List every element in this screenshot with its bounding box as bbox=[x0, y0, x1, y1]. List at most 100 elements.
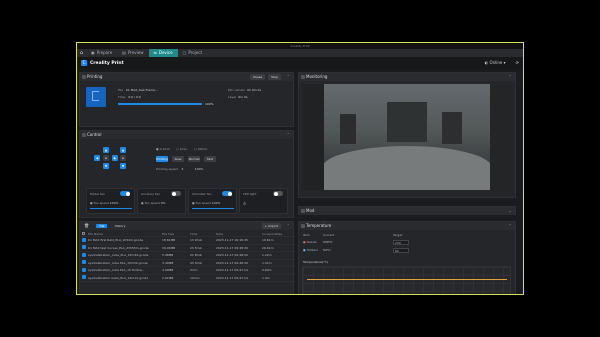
model-fan-sub: Fan speed bbox=[93, 201, 109, 205]
monitoring-collapse-icon[interactable]: ⌃ bbox=[509, 73, 512, 81]
speed-normal-button[interactable]: Normal bbox=[188, 156, 200, 162]
stop-button[interactable]: Stop bbox=[268, 74, 281, 80]
aux-fan-toggle[interactable] bbox=[171, 191, 181, 196]
tab-history[interactable]: History bbox=[112, 224, 129, 228]
monitoring-title: Monitoring bbox=[306, 74, 328, 79]
hotbed-dot-icon: ● bbox=[303, 248, 306, 252]
col-time[interactable]: Time bbox=[190, 232, 216, 236]
move-x-minus-button[interactable]: ◀ bbox=[94, 155, 100, 161]
speed-fast-button[interactable]: Fast bbox=[204, 156, 216, 162]
model-fan-card: Model fan ● Fan speed 100% bbox=[86, 188, 135, 214]
remain-label: Est. remain bbox=[228, 88, 246, 92]
model-fan-slider[interactable] bbox=[90, 208, 132, 209]
pause-button[interactable]: Pause bbox=[250, 74, 266, 80]
col-date[interactable]: Date bbox=[216, 232, 262, 236]
chamber-fan-toggle[interactable] bbox=[222, 191, 232, 196]
col-file-name[interactable]: File Name bbox=[88, 232, 162, 236]
nozzle-target-input[interactable]: 230 bbox=[393, 239, 409, 245]
monitoring-header: Monitoring ⌃ bbox=[299, 73, 515, 81]
table-row[interactable]: sys/Calibration_cube PLA_15m32.gcode 3.40… bbox=[80, 260, 295, 267]
hotbed-target-input[interactable]: 60 bbox=[393, 247, 409, 253]
move-y-minus-button[interactable]: ▼ bbox=[103, 163, 109, 169]
table-row[interactable]: sys/Calibration_cube PLA_15 Hollow... 4.9… bbox=[80, 267, 295, 275]
file-name: K1 MAX first Rald_PLA_1h52m.gcode bbox=[88, 238, 144, 243]
file-date: 2023-11-17 09:47:14 bbox=[216, 275, 248, 280]
refresh-icon[interactable]: ⟳ bbox=[516, 60, 519, 65]
nozzle-current: 230°C bbox=[323, 240, 333, 244]
speed-printing-button[interactable]: Printing bbox=[156, 156, 168, 162]
model-title: Mod bbox=[306, 208, 315, 213]
app-logo-icon: C bbox=[81, 60, 87, 66]
model-panel: Mod ⌄ bbox=[298, 206, 516, 215]
file-row: File K1 MAX_test.Frame... bbox=[118, 88, 158, 92]
device-icon: ⇆ bbox=[153, 50, 157, 55]
thermometer-icon bbox=[301, 224, 305, 228]
move-z-up-button[interactable]: ▲ bbox=[120, 147, 126, 153]
model-collapse-icon[interactable]: ⌄ bbox=[509, 207, 512, 215]
chamber-fan-speed: ● Fan speed 100% bbox=[192, 201, 221, 205]
printing-title: Printing bbox=[87, 74, 103, 79]
col-consumables[interactable]: Consumables bbox=[262, 232, 292, 236]
speed-label: Printing speed bbox=[156, 167, 178, 171]
nozzle-name: ● Nozzle bbox=[303, 240, 323, 244]
tab-device[interactable]: ⇆ Device bbox=[148, 49, 178, 57]
move-x-plus-button[interactable]: ▶ bbox=[112, 155, 118, 161]
model-fan-toggle[interactable] bbox=[120, 191, 130, 196]
file-consumables: 1.31m bbox=[262, 260, 272, 265]
table-row[interactable]: K1 MAX test Curves_PLA_23h55m.gcode 39.09… bbox=[80, 245, 295, 252]
main-tabs: ⌂ ▣ Prepare ▤ Preview ⇆ Device ▢ Project bbox=[77, 49, 523, 57]
home-xy-button[interactable]: ⌂ bbox=[103, 155, 109, 161]
tab-preview[interactable]: ▤ Preview bbox=[117, 49, 148, 57]
camera-frame-left bbox=[302, 84, 324, 190]
camera-frame-right bbox=[490, 84, 512, 190]
home-z-button[interactable]: ⌂ bbox=[120, 155, 126, 161]
chamber-fan-slider[interactable] bbox=[192, 208, 234, 209]
import-button[interactable]: + Import bbox=[261, 223, 281, 229]
led-light-label: LED light bbox=[243, 192, 257, 196]
home-icon[interactable]: ⌂ bbox=[77, 49, 86, 57]
file-value: K1 MAX_test.Frame... bbox=[125, 88, 158, 92]
collapse-icon[interactable]: ⌃ bbox=[287, 73, 290, 81]
file-time: 12min bbox=[190, 275, 200, 280]
chamber-fan-value: 100% bbox=[211, 201, 221, 205]
gcode-file-icon bbox=[82, 245, 86, 250]
printing-panel: Printing Pause Stop ⌃ File K1 MAX_test.Fr… bbox=[79, 72, 294, 127]
led-light-toggle[interactable] bbox=[273, 191, 283, 196]
status-indicator[interactable]: ◐ Online ▾ bbox=[485, 60, 506, 65]
file-size: 4.99MB bbox=[162, 268, 174, 273]
move-y-plus-button[interactable]: ▲ bbox=[103, 147, 109, 153]
camera-pillar-right bbox=[442, 112, 462, 144]
model-thumbnail bbox=[86, 87, 106, 107]
app-name: Creality Print bbox=[90, 60, 124, 66]
table-row[interactable]: sys/Calibration Cube_PLA_12m14.gcode 2.01… bbox=[80, 275, 295, 282]
temperature-panel: Temperature ⌃ Item Current Target ● Nozzl… bbox=[298, 221, 516, 294]
table-row[interactable]: K1 MAX first Rald_PLA_1h52m.gcode 18.81MB… bbox=[80, 237, 295, 245]
step-001[interactable]: ● 0.1mm bbox=[156, 147, 170, 151]
step-10[interactable]: ○ 10mm bbox=[194, 147, 207, 151]
aux-fan-value: 0% bbox=[160, 201, 166, 205]
app-header: C Creality Print ◐ Online ▾ ⟳ bbox=[77, 57, 523, 69]
file-name: sys/Calibration_cube_PLA_15m39.gcode bbox=[88, 253, 149, 258]
move-z-down-button[interactable]: ▼ bbox=[120, 163, 126, 169]
table-row[interactable]: sys/Calibration_cube_PLA_15m39.gcode 5.48… bbox=[80, 252, 295, 260]
tab-file[interactable]: File bbox=[96, 224, 108, 228]
project-icon: ▢ bbox=[182, 50, 187, 55]
temperature-header: Temperature ⌃ bbox=[299, 222, 515, 230]
step-1[interactable]: ○ 1mm bbox=[176, 147, 187, 151]
tab-prepare[interactable]: ▣ Prepare bbox=[86, 49, 117, 57]
nozzle-label: Nozzle bbox=[306, 240, 317, 244]
file-date: 2023-11-17 10:16:45 bbox=[216, 238, 248, 243]
trash-icon[interactable]: 🗑 bbox=[84, 223, 89, 228]
file-name: sys/Calibration_cube PLA_15m32.gcode bbox=[88, 260, 148, 265]
control-collapse-icon[interactable]: ⌃ bbox=[287, 131, 290, 139]
speed-slow-button[interactable]: Slow bbox=[172, 156, 184, 162]
col-file-size[interactable]: File Size bbox=[162, 232, 190, 236]
file-name: sys/Calibration_cube PLA_15 Hollow... bbox=[88, 268, 145, 273]
temperature-collapse-icon[interactable]: ⌃ bbox=[509, 222, 512, 230]
files-collapse-icon[interactable]: ⌃ bbox=[287, 222, 290, 230]
tab-project[interactable]: ▢ Project bbox=[178, 49, 207, 57]
tab-device-label: Device bbox=[158, 50, 173, 55]
select-all-checkbox[interactable] bbox=[82, 231, 85, 235]
files-header: 🗑 File History + Import ⌃ bbox=[80, 222, 293, 230]
control-header: Control ⌃ bbox=[80, 131, 293, 139]
